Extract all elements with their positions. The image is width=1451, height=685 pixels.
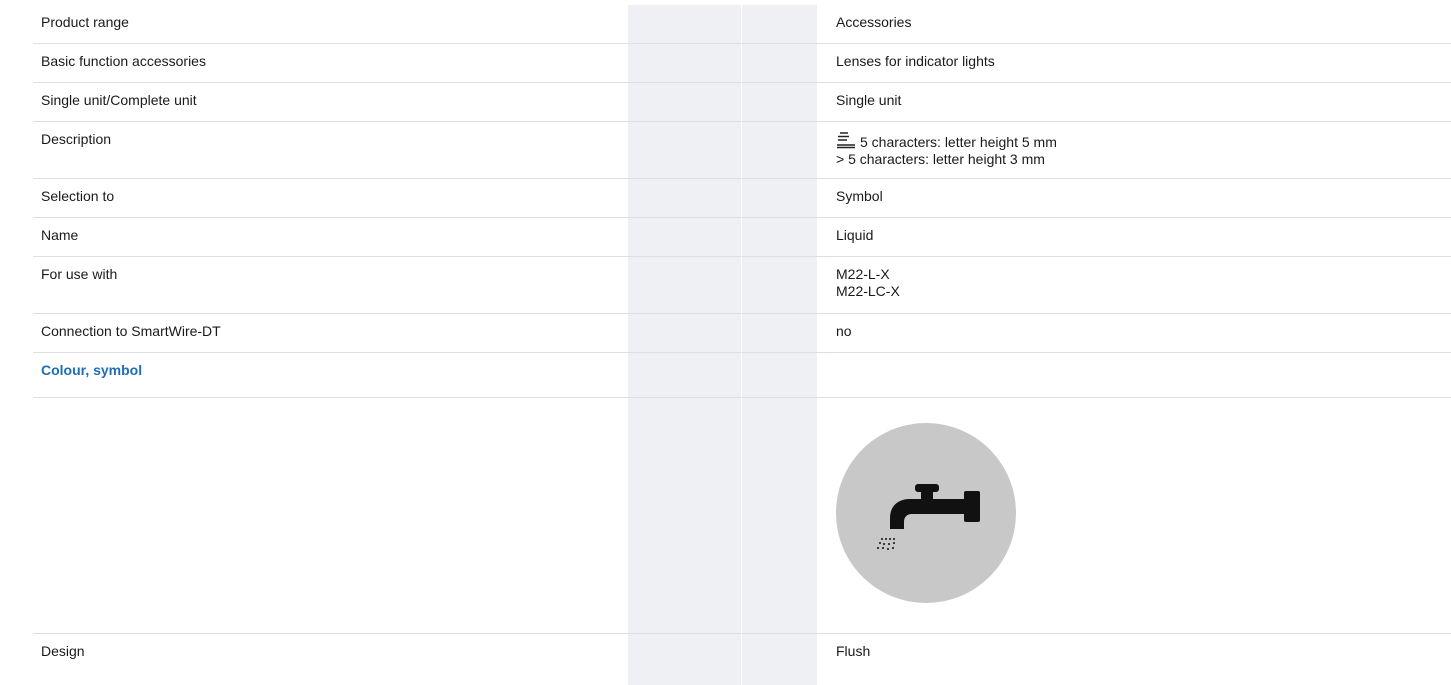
section-row: Colour, symbol bbox=[33, 352, 1451, 398]
table-row: Product range Accessories bbox=[33, 5, 1451, 44]
specification-table: Product range Accessories Basic function… bbox=[33, 5, 1451, 667]
row-value: Single unit bbox=[832, 82, 1451, 122]
for-use-with-line-1: M22-L-X bbox=[836, 266, 890, 282]
description-value: 5 characters: letter height 5 mm > 5 cha… bbox=[832, 121, 1451, 179]
row-label: Design bbox=[41, 643, 85, 659]
row-label: Basic function accessories bbox=[33, 43, 644, 83]
row-label: Description bbox=[33, 121, 644, 179]
table-row: Design Flush bbox=[33, 634, 1451, 668]
table-row: Single unit/Complete unit Single unit bbox=[33, 82, 1451, 122]
label-lines-icon bbox=[837, 132, 855, 149]
row-value: Flush bbox=[836, 643, 871, 659]
row-value: Liquid bbox=[832, 217, 1451, 257]
table-row: Selection to Symbol bbox=[33, 178, 1451, 218]
description-line-1: 5 characters: letter height 5 mm bbox=[860, 134, 1057, 150]
row-label: Product range bbox=[33, 5, 644, 44]
liquid-tap-symbol-icon bbox=[836, 423, 1016, 603]
table-row: For use with M22-L-X M22-LC-X bbox=[33, 256, 1451, 314]
section-title: Colour, symbol bbox=[33, 352, 644, 398]
row-label: Selection to bbox=[33, 178, 644, 218]
row-value: M22-L-X M22-LC-X bbox=[832, 256, 1451, 314]
for-use-with-line-2: M22-LC-X bbox=[836, 283, 900, 299]
row-label: Name bbox=[33, 217, 644, 257]
row-label: Single unit/Complete unit bbox=[33, 82, 644, 122]
table-row bbox=[33, 397, 1451, 634]
table-row: Name Liquid bbox=[33, 217, 1451, 257]
table-row: Connection to SmartWire-DT no bbox=[33, 313, 1451, 353]
row-value: Lenses for indicator lights bbox=[832, 43, 1451, 83]
description-line-2: > 5 characters: letter height 3 mm bbox=[836, 151, 1045, 167]
table-row: Basic function accessories Lenses for in… bbox=[33, 43, 1451, 83]
row-value: no bbox=[832, 313, 1451, 353]
row-value: Accessories bbox=[832, 5, 1451, 44]
row-value: Symbol bbox=[832, 178, 1451, 218]
row-label: Connection to SmartWire-DT bbox=[33, 313, 644, 353]
row-label: For use with bbox=[33, 256, 644, 314]
table-row: Description 5 characters: letter height … bbox=[33, 121, 1451, 179]
